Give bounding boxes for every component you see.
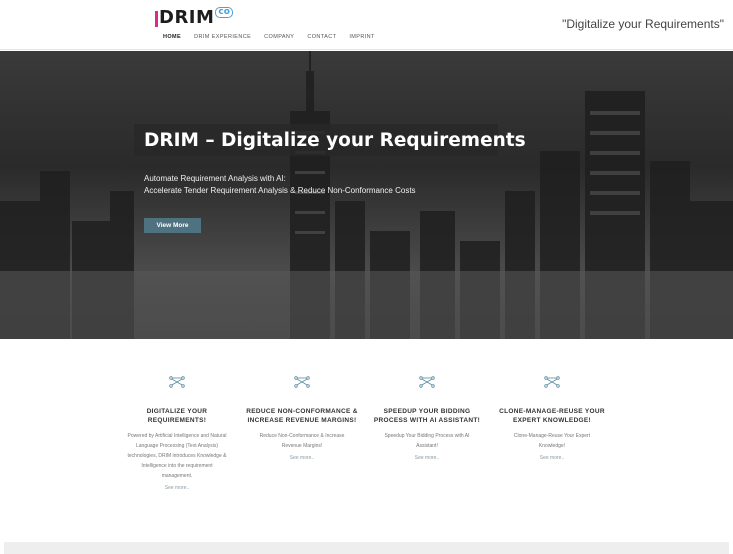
hero-banner: DRIM – Digitalize your Requirements Auto…: [0, 51, 733, 339]
feature-text: Reduce Non-Conformance & Increase Revenu…: [243, 431, 361, 451]
logo-suffix: co: [215, 7, 233, 18]
footer-strip: [4, 542, 729, 554]
feature-text-line: Knowledge!: [538, 443, 566, 449]
feature-card-clone-manage-reuse: CLONE-MANAGE-REUSE YOUR EXPERT KNOWLEDGE…: [493, 376, 611, 461]
see-more-link[interactable]: See more..: [368, 455, 486, 461]
feature-text-line: Intelligence into the requirement: [141, 463, 213, 469]
feature-text-line: Language Processing (Text Analysis): [136, 443, 218, 449]
feature-title: DIGITALIZE YOUR REQUIREMENTS!: [118, 408, 236, 425]
feature-text-line: Powered by Artificial Intelligence and N…: [127, 433, 227, 439]
see-more-link[interactable]: See more..: [118, 485, 236, 491]
feature-text-line: Revenue Margins!: [281, 443, 323, 449]
nav-item-home[interactable]: HOME: [163, 34, 181, 40]
site-header: DRIM co HOME DRIM EXPERIENCE COMPANY CON…: [0, 0, 733, 50]
nav-item-imprint[interactable]: IMPRINT: [349, 34, 374, 40]
feature-text: Clone-Manage-Reuse Your Expert Knowledge…: [493, 431, 611, 451]
feature-title: SPEEDUP YOUR BIDDING PROCESS WITH AI ASS…: [368, 408, 486, 425]
logo-bar: [155, 11, 158, 27]
feature-text-line: technologies, DRIM introduces Knowledge …: [127, 453, 227, 459]
feature-title-line-1: REDUCE NON-CONFORMANCE &: [246, 408, 358, 415]
feature-title-line-2: PROCESS WITH AI ASSISTANT!: [373, 416, 481, 424]
feature-title: REDUCE NON-CONFORMANCE & INCREASE REVENU…: [243, 408, 361, 425]
feature-title-line-1: DIGITALIZE YOUR: [146, 408, 208, 415]
feature-title-line-1: SPEEDUP YOUR BIDDING: [383, 408, 471, 415]
see-more-link[interactable]: See more..: [493, 455, 611, 461]
hero-subtitle: Automate Requirement Analysis with AI: A…: [144, 173, 416, 197]
feature-text-line: Assistant!: [416, 443, 438, 449]
feature-card-digitalize: DIGITALIZE YOUR REQUIREMENTS! Powered by…: [118, 376, 236, 491]
feature-text-line: Speedup Your Bidding Process with AI: [384, 433, 470, 439]
view-more-button[interactable]: View More: [144, 218, 201, 233]
hero-subtitle-line-1: Automate Requirement Analysis with AI:: [144, 174, 286, 183]
feature-text-line: management.: [161, 473, 193, 479]
feature-title-line-2: REQUIREMENTS!: [147, 416, 207, 424]
network-icon: [419, 376, 435, 388]
feature-title: CLONE-MANAGE-REUSE YOUR EXPERT KNOWLEDGE…: [493, 408, 611, 425]
logo-text: DRIM: [159, 7, 215, 28]
feature-title-line-1: CLONE-MANAGE-REUSE YOUR: [499, 408, 605, 415]
hero-title: DRIM – Digitalize your Requirements: [144, 130, 526, 151]
feature-text-line: Clone-Manage-Reuse Your Expert: [513, 433, 591, 439]
network-icon: [169, 376, 185, 388]
network-icon: [544, 376, 560, 388]
hero-subtitle-line-2: Accelerate Tender Requirement Analysis &…: [144, 186, 416, 195]
feature-text-line: Reduce Non-Conformance & Increase: [259, 433, 345, 439]
feature-card-reduce-non-conformance: REDUCE NON-CONFORMANCE & INCREASE REVENU…: [243, 376, 361, 461]
feature-title-line-2: EXPERT KNOWLEDGE!: [512, 416, 592, 424]
main-nav: HOME DRIM EXPERIENCE COMPANY CONTACT IMP…: [163, 34, 388, 40]
network-icon: [294, 376, 310, 388]
feature-card-speedup-bidding: SPEEDUP YOUR BIDDING PROCESS WITH AI ASS…: [368, 376, 486, 461]
feature-text: Speedup Your Bidding Process with AI Ass…: [368, 431, 486, 451]
nav-item-company[interactable]: COMPANY: [264, 34, 294, 40]
feature-title-line-2: INCREASE REVENUE MARGINS!: [247, 416, 357, 424]
logo[interactable]: DRIM co: [155, 7, 233, 27]
features-section: DIGITALIZE YOUR REQUIREMENTS! Powered by…: [118, 376, 613, 506]
feature-text: Powered by Artificial Intelligence and N…: [118, 431, 236, 481]
see-more-link[interactable]: See more..: [243, 455, 361, 461]
nav-item-drim-experience[interactable]: DRIM EXPERIENCE: [194, 34, 251, 40]
nav-item-contact[interactable]: CONTACT: [307, 34, 336, 40]
header-tagline: "Digitalize your Requirements": [562, 17, 724, 31]
